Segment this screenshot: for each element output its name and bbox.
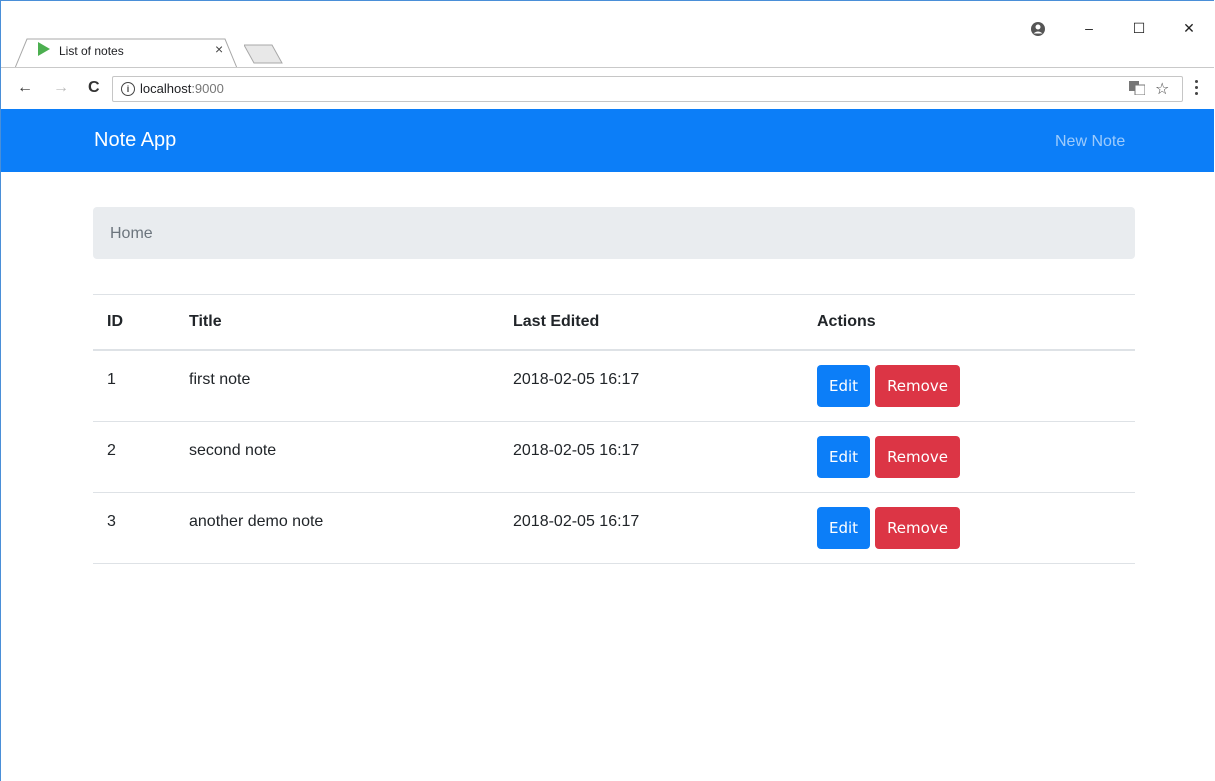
edit-button[interactable]: Edit	[817, 507, 871, 549]
header-id: ID	[93, 294, 175, 351]
table-header-row: ID Title Last Edited Actions	[93, 294, 1135, 351]
remove-button[interactable]: Remove	[875, 436, 960, 478]
tab-title: List of notes	[59, 44, 124, 58]
table-row: 3 another demo note 2018-02-05 16:17 Edi…	[93, 492, 1135, 564]
tab-close-icon[interactable]: ×	[215, 42, 223, 56]
note-title: first note	[189, 371, 251, 388]
note-id: 1	[107, 371, 116, 388]
browser-window: List of notes × – ☐ ✕ ← → C i localhost:…	[0, 0, 1214, 781]
minimize-icon[interactable]: –	[1079, 21, 1099, 35]
menu-dots-icon[interactable]	[1194, 80, 1200, 98]
play-icon	[38, 42, 50, 56]
new-tab-button[interactable]	[244, 43, 284, 65]
address-bar[interactable]: i localhost:9000 ☆	[112, 76, 1183, 102]
bookmark-star-icon[interactable]: ☆	[1155, 79, 1169, 99]
table-row: 2 second note 2018-02-05 16:17 Edit Remov…	[93, 421, 1135, 493]
browser-toolbar: ← → C i localhost:9000 ☆	[1, 67, 1214, 110]
header-title: Title	[175, 294, 499, 351]
page-content: Note App New Note Home ID Title Last Edi…	[1, 109, 1214, 781]
url-text[interactable]: localhost:9000	[140, 81, 224, 96]
remove-button[interactable]: Remove	[875, 365, 960, 407]
tab-strip: List of notes × – ☐ ✕	[1, 1, 1214, 68]
info-icon[interactable]: i	[121, 82, 135, 96]
forward-icon[interactable]: →	[53, 80, 69, 96]
navbar: Note App New Note	[1, 109, 1214, 172]
table-row: 1 first note 2018-02-05 16:17 Edit Remove	[93, 350, 1135, 422]
note-last-edited: 2018-02-05 16:17	[513, 513, 640, 530]
breadcrumb: Home	[93, 207, 1135, 259]
note-title: second note	[189, 442, 277, 459]
note-title: another demo note	[189, 513, 324, 530]
maximize-icon[interactable]: ☐	[1129, 21, 1149, 35]
url-port: :9000	[191, 81, 224, 96]
brand-link[interactable]: Note App	[94, 129, 176, 152]
edit-button[interactable]: Edit	[817, 436, 871, 478]
remove-button[interactable]: Remove	[875, 507, 960, 549]
note-last-edited: 2018-02-05 16:17	[513, 442, 640, 459]
header-last-edited: Last Edited	[499, 294, 803, 351]
note-last-edited: 2018-02-05 16:17	[513, 371, 640, 388]
breadcrumb-home: Home	[110, 225, 153, 242]
close-window-icon[interactable]: ✕	[1179, 21, 1199, 35]
account-icon[interactable]	[1030, 21, 1046, 37]
translate-icon[interactable]	[1129, 81, 1145, 95]
note-id: 2	[107, 442, 116, 459]
notes-table: ID Title Last Edited Actions 1 first not…	[93, 294, 1135, 564]
header-actions: Actions	[803, 294, 1135, 351]
reload-icon[interactable]: C	[88, 80, 100, 96]
note-id: 3	[107, 513, 116, 530]
browser-tab[interactable]: List of notes ×	[15, 38, 237, 68]
back-icon[interactable]: ←	[17, 80, 33, 96]
new-note-link[interactable]: New Note	[1055, 133, 1125, 151]
url-host: localhost	[140, 81, 192, 96]
edit-button[interactable]: Edit	[817, 365, 871, 407]
